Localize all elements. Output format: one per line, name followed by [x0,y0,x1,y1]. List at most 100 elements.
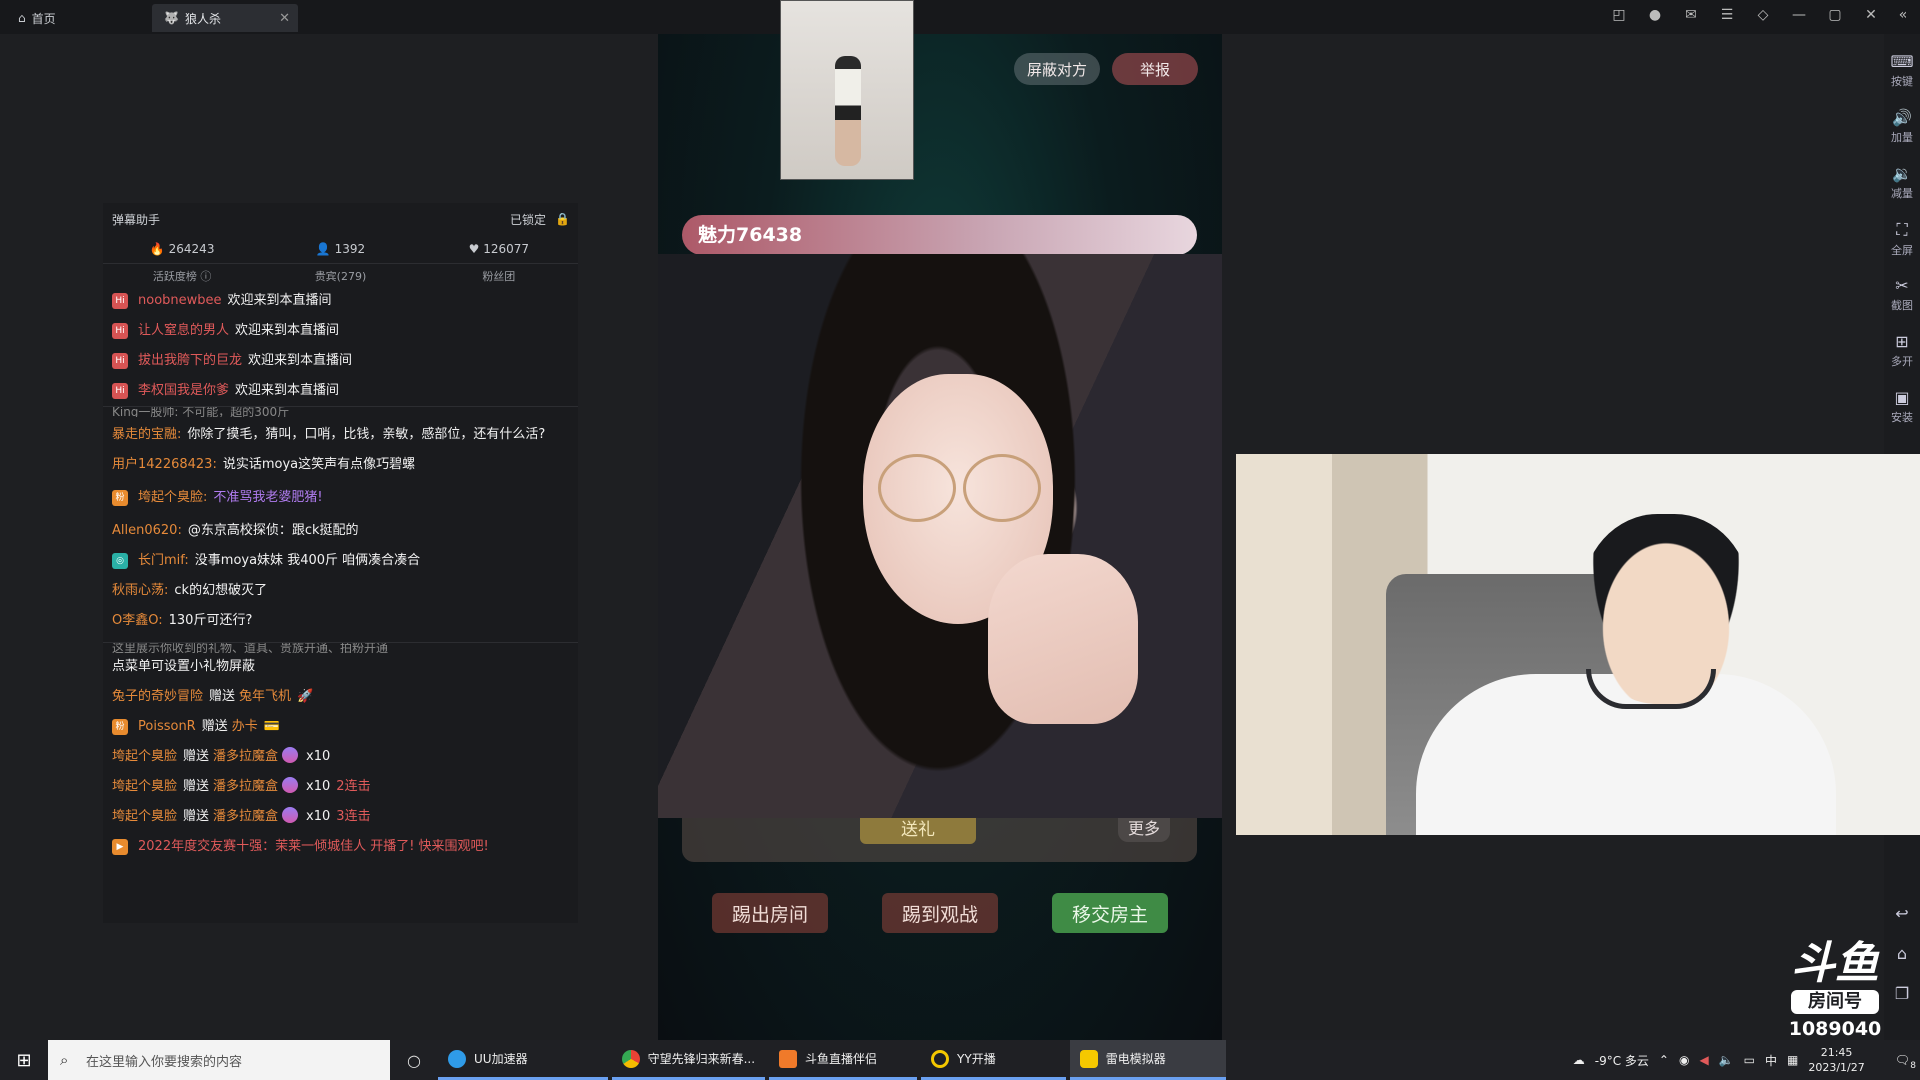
house-icon: ⌂ [1896,944,1908,963]
list-item: Hi noobnewbee 欢迎来到本直播间 [103,289,578,316]
tool-volume-up[interactable]: 🔊 加量 [1884,108,1920,145]
streamer-webcam [1236,454,1920,835]
network-icon[interactable]: ▭ [1744,1053,1755,1067]
weather-text[interactable]: -9°C 多云 [1595,1052,1649,1069]
tab-activity-rank[interactable]: 活跃度榜 ⓘ [103,264,261,289]
taskbar-app-chrome[interactable]: 守望先锋归来新春... [611,1040,766,1080]
taskbar-app-uu[interactable]: UU加速器 [438,1040,608,1080]
hi-badge-icon: Hi [112,323,128,339]
gift-row: 粉 PoissonR 赠送 办卡 💳 [103,712,578,742]
search-icon: ⌕ [60,1051,69,1069]
hi-badge-icon: Hi [112,293,128,309]
notification-icon[interactable]: 🗨 8 [1895,1053,1916,1071]
pandora-box-icon [282,777,299,793]
douyu-logo: 斗鱼 [1791,938,1879,989]
panel-header: 弹幕助手 已锁定 🔒 [103,203,578,235]
collapse-icon[interactable]: « [1894,6,1912,24]
pin-icon[interactable]: ◇ [1754,6,1772,24]
stats-row: 🔥 264243 👤 1392 ♥ 126077 [103,235,578,263]
tab-vip[interactable]: 贵宾(279) [261,264,419,289]
home-icon: ⌂ [18,11,26,25]
tool-screenshot[interactable]: ✂ 截图 [1884,276,1920,313]
hearts-stat: ♥ 126077 [468,242,530,256]
windows-start-icon[interactable]: ⊞ [0,1040,48,1080]
taskbar-app-douyu-companion[interactable]: 斗鱼直播伴侣 [769,1040,918,1080]
tool-volume-down[interactable]: 🔉 减量 [1884,164,1920,201]
report-button[interactable]: 举报 [1112,53,1198,85]
gamepad-icon[interactable]: ◰ [1610,6,1628,24]
danmu-list: 暴走的宝融: 你除了摸毛，猜叫，口哨，比钱，亲敏，感部位，还有什么活? 用户142… [103,417,578,636]
close-icon[interactable]: ✕ [1862,6,1880,24]
flame-icon: 🔥 [149,242,165,256]
ime-indicator[interactable]: 中 [1765,1052,1777,1069]
user-icon: 👤 [315,242,331,256]
tab-werewolf[interactable]: 🐺 狼人杀 ✕ [152,4,298,32]
list-item: Hi 让人窒息的男人 欢迎来到本直播间 [103,316,578,346]
uu-accelerator-icon [448,1049,466,1068]
mail-icon[interactable]: ✉ [1682,6,1700,24]
send-gift-button[interactable]: 送礼 [860,818,976,844]
tab-fan-club[interactable]: 粉丝团 [420,264,578,289]
transfer-host-button[interactable]: 移交房主 [1052,893,1168,933]
menu-icon[interactable]: ☰ [1718,6,1736,24]
gift-list: 点菜单可设置小礼物屏蔽 兔子的奇妙冒险 赠送 兔年飞机 🚀 粉 PoissonR 赠送 办卡… [103,653,578,862]
apk-icon: ▣ [1894,388,1910,407]
tool-install-apk[interactable]: ▣ 安装 [1884,388,1920,425]
snapshot-thumbnail [780,0,914,180]
red-tray-icon[interactable]: ◀ [1699,1053,1708,1067]
werewolf-icon: 🐺 [164,11,179,25]
block-button[interactable]: 屏蔽对方 [1014,53,1100,85]
likes-stat: 🔥 264243 [149,242,215,256]
panel-title: 弹幕助手 [112,212,161,227]
tool-keyboard[interactable]: ⌨ 按键 [1884,52,1920,89]
yy-icon [931,1049,950,1068]
multi-open-icon: ⊞ [1895,332,1909,351]
volume-down-icon: 🔉 [1892,164,1912,183]
weather-icon[interactable]: ☁ [1573,1053,1585,1067]
tab-werewolf-label: 狼人杀 [184,11,221,26]
kick-from-room-button[interactable]: 踢出房间 [712,893,828,933]
network-app-icon[interactable]: ◉ [1679,1053,1689,1067]
scissors-icon: ✂ [1895,276,1909,295]
danmu-assistant-panel: 弹幕助手 已锁定 🔒 🔥 264243 👤 1392 ♥ 126077 活跃度榜… [103,203,578,923]
kick-to-spectate-button[interactable]: 踢到观战 [882,893,998,933]
douyu-companion-icon [779,1049,798,1068]
list-item: 粉垮起个臭脸: 不准骂我老婆肥猪! [103,480,578,513]
charm-value: 魅力76438 [682,215,1197,255]
list-item: 用户142268423: 说实话moya这笑声有点像巧碧螺 [112,457,416,472]
recent-apps-button[interactable]: ❐ [1884,984,1920,1005]
help-icon[interactable]: ⓘ [200,270,211,283]
chevron-up-icon[interactable]: ⌃ [1659,1053,1669,1067]
fan-badge-icon: 粉 [112,490,128,506]
gift-row: 垮起个臭脸 赠送 潘多拉魔盒 x10 [112,747,331,764]
list-item: 暴走的宝融: 你除了摸毛，猜叫，口哨，比钱，亲敏，感部位，还有什么活? [112,427,546,442]
back-button[interactable]: ↩ [1884,904,1920,925]
close-tab-icon[interactable]: ✕ [279,11,290,26]
taskbar-search-input[interactable]: ⌕ 在这里输入你要搜索的内容 [48,1040,390,1080]
avatar-icon[interactable]: ● [1646,6,1664,24]
fullscreen-icon: ⛶ [1896,220,1908,239]
welcome-list: Hi noobnewbee 欢迎来到本直播间 Hi 让人窒息的男人 欢迎来到本直播间 H… [103,289,578,406]
list-item: 秋雨心荡: ck的幻想破灭了 [112,583,268,598]
gift-row: 垮起个臭脸 赠送 潘多拉魔盒 x10 3连击 [112,807,371,824]
list-item: O李鑫O: 130斤可还行? [112,613,253,628]
cortana-icon[interactable]: ○ [390,1051,438,1070]
gift-row: 兔子的奇妙冒险 赠送 兔年飞机 🚀 [103,682,578,712]
grid-ime-icon[interactable]: ▦ [1787,1053,1798,1067]
tool-multi-open[interactable]: ⊞ 多开 [1884,332,1920,369]
speaker-icon[interactable]: 🔈 [1719,1053,1734,1067]
tool-fullscreen[interactable]: ⛶ 全屏 [1884,220,1920,258]
clock[interactable]: 21:45 2023/1/27 [1808,1045,1864,1075]
pandora-box-icon [282,807,299,823]
minimize-icon[interactable]: — [1790,6,1808,24]
home-button[interactable]: ⌂ [1884,944,1920,965]
window-controls: ◰ ● ✉ ☰ ◇ — ▢ ✕ [1610,6,1880,24]
lock-icon[interactable]: 🔒 [555,212,570,226]
more-button[interactable]: 更多 [1118,818,1170,842]
taskbar-app-ldplayer[interactable]: 雷电模拟器 [1069,1040,1226,1080]
taskbar-app-yy[interactable]: YY开播 [921,1040,1066,1080]
maximize-icon[interactable]: ▢ [1826,6,1844,24]
tab-home[interactable]: ⌂ 首页 [18,4,56,32]
main-video-feed [658,254,1222,818]
broadcast-notice[interactable]: ▶ 2022年度交友赛十强：茉莱一倾城佳人 开播了! 快来围观吧! [103,832,578,862]
